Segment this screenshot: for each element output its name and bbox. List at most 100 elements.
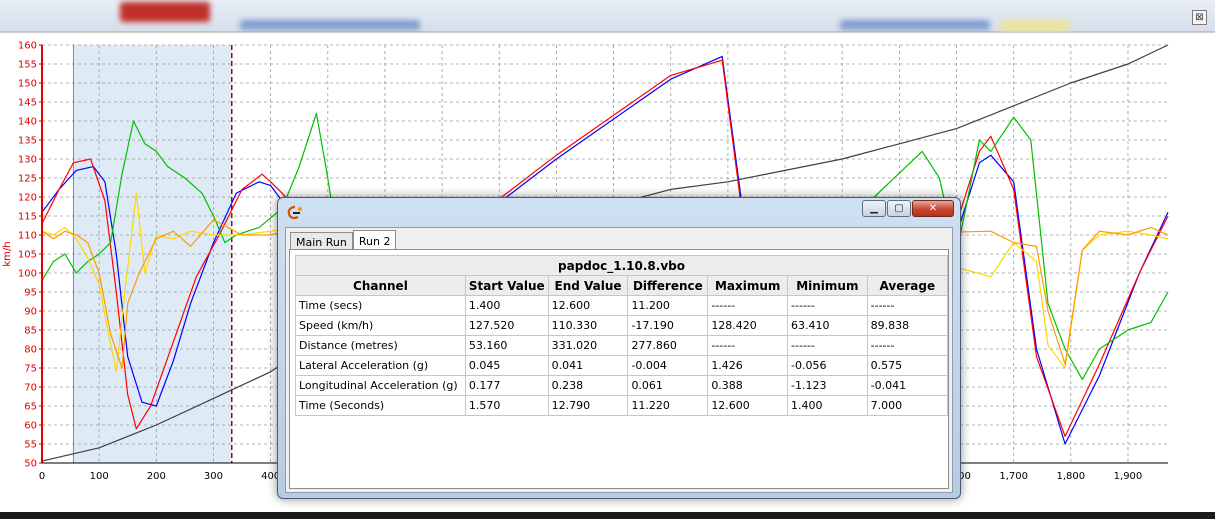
table-cell: ------ [866,295,949,316]
table-cell: Time (Seconds) [295,395,466,416]
table-row: Speed (km/h) 127.520 110.330 -17.190 128… [295,315,949,336]
table-cell: ------ [787,335,868,356]
x-tick-label: 200 [147,471,166,482]
y-tick-label: 95 [24,288,37,299]
table-cell: 63.410 [787,315,868,336]
table-cell: Time (secs) [295,295,466,316]
table-cell: 110.330 [547,315,629,336]
column-header: Difference [627,275,709,296]
table-cell: 0.041 [547,355,629,376]
y-tick-label: 70 [24,383,37,394]
table-cell: 0.575 [866,355,949,376]
table-cell: 331.020 [547,335,629,356]
tab-run-2[interactable]: Run 2 [352,230,397,250]
table-cell: 12.790 [547,395,629,416]
table-row: Time (secs) 1.400 12.600 11.200 ------ -… [295,295,949,316]
y-tick-label: 105 [18,250,37,261]
y-axis-label: km/h [2,241,13,266]
table-header-row: Channel Start Value End Value Difference… [295,275,949,296]
close-button[interactable]: ✕ [912,200,954,217]
blurred-links [840,20,990,30]
x-tick-label: 0 [39,471,45,482]
blurred-badge [1000,20,1070,32]
y-tick-label: 65 [24,402,37,413]
table-cell: 277.860 [627,335,709,356]
y-tick-label: 125 [18,174,37,185]
table-cell: 0.238 [547,375,629,396]
y-tick-label: 100 [18,269,37,280]
y-tick-label: 160 [18,41,37,52]
taskbar-strip [0,512,1215,519]
table-cell: 127.520 [464,315,549,336]
table-cell: ------ [707,295,789,316]
table-cell: 128.420 [707,315,789,336]
blurred-menu [240,20,420,30]
table-cell: -17.190 [627,315,709,336]
table-cell: Longitudinal Acceleration (g) [295,375,466,396]
table-row: Lateral Acceleration (g) 0.045 0.041 -0.… [295,355,949,376]
table-cell: ------ [707,335,789,356]
column-header: Average [866,275,949,296]
table-cell: -0.004 [627,355,709,376]
y-tick-label: 60 [24,421,37,432]
table-cell: 1.400 [787,395,868,416]
y-tick-label: 140 [18,117,37,128]
statistics-dialog: ▁ ▢ ✕ Main Run Run 2 papdoc_1.10.8.vbo C… [277,197,961,499]
table-cell: 0.045 [464,355,549,376]
table-row: Distance (metres) 53.160 331.020 277.860… [295,335,949,356]
table-cell: 12.600 [547,295,629,316]
maximize-button[interactable]: ▢ [887,200,911,217]
table-cell: -0.041 [866,375,949,396]
table-cell: 11.220 [627,395,709,416]
x-tick-label: 300 [204,471,223,482]
y-tick-label: 80 [24,345,37,356]
table-cell: ------ [866,335,949,356]
x-tick-label: 1,700 [999,471,1028,482]
tab-main-run[interactable]: Main Run [290,232,353,250]
table-cell: 89.838 [866,315,949,336]
tab-panel: papdoc_1.10.8.vbo Channel Start Value En… [289,249,949,489]
y-tick-label: 50 [24,459,37,470]
table-cell: ------ [787,295,868,316]
table-title: papdoc_1.10.8.vbo [295,255,948,276]
table-row: Time (Seconds) 1.570 12.790 11.220 12.60… [295,395,949,416]
x-tick-label: 100 [90,471,109,482]
table-cell: Lateral Acceleration (g) [295,355,466,376]
table-cell: 1.570 [464,395,549,416]
column-header: Maximum [707,275,789,296]
table-cell: Speed (km/h) [295,315,466,336]
table-cell: 0.177 [464,375,549,396]
y-tick-label: 75 [24,364,37,375]
table-cell: 1.400 [464,295,549,316]
y-tick-label: 110 [18,231,37,242]
table-cell: -1.123 [787,375,868,396]
background-window-strip: ⊠ [0,0,1215,32]
y-tick-label: 120 [18,193,37,204]
x-tick-label: 1,800 [1057,471,1086,482]
graph-close-icon[interactable]: ⊠ [1192,10,1207,25]
dialog-client-area: Main Run Run 2 papdoc_1.10.8.vbo Channel… [285,227,953,493]
y-tick-label: 145 [18,98,37,109]
table-cell: 1.426 [707,355,789,376]
y-tick-label: 85 [24,326,37,337]
y-tick-label: 130 [18,155,37,166]
y-tick-label: 155 [18,60,37,71]
column-header: End Value [547,275,629,296]
statistics-table: papdoc_1.10.8.vbo Channel Start Value En… [295,255,949,416]
table-cell: 53.160 [464,335,549,356]
y-tick-label: 115 [18,212,37,223]
minimize-button[interactable]: ▁ [862,200,886,217]
x-tick-label: 1,900 [1114,471,1143,482]
y-tick-label: 150 [18,79,37,90]
blurred-logo [120,2,210,22]
run-tabs: Main Run Run 2 [290,230,397,250]
table-cell: 12.600 [707,395,789,416]
table-cell: 0.388 [707,375,789,396]
app-logo-icon [287,205,302,220]
y-tick-label: 135 [18,136,37,147]
column-header: Start Value [464,275,549,296]
y-tick-label: 90 [24,307,37,318]
table-cell: 7.000 [866,395,949,416]
table-cell: 0.061 [627,375,709,396]
column-header: Channel [295,275,466,296]
